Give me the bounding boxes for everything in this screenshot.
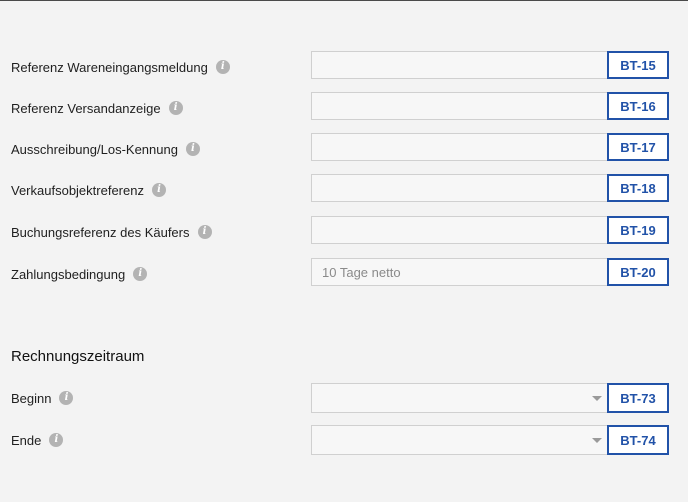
- bt-code-badge: BT-15: [607, 51, 669, 79]
- info-icon[interactable]: i: [168, 101, 183, 115]
- field-label-wrap: Beginn i: [11, 383, 74, 413]
- field-label-wrap: Referenz Wareneingangsmeldung i: [11, 51, 230, 83]
- field-row-bt73: Beginn i BT-73: [0, 383, 688, 415]
- top-border: [0, 0, 688, 1]
- info-icon[interactable]: i: [151, 183, 166, 197]
- info-icon[interactable]: i: [49, 433, 64, 447]
- bt-code-badge: BT-73: [607, 383, 669, 413]
- field-label: Ende: [11, 432, 42, 448]
- bt-code-badge: BT-18: [607, 174, 669, 202]
- field-label: Ausschreibung/Los-Kennung: [11, 141, 178, 157]
- reference-goods-receipt-input[interactable]: [311, 51, 607, 79]
- field-row-bt15: Referenz Wareneingangsmeldung i BT-15: [0, 51, 688, 83]
- field-label: Buchungsreferenz des Käufers: [11, 224, 190, 240]
- field-row-bt16: Referenz Versandanzeige i BT-16: [0, 92, 688, 124]
- bt-code-badge: BT-20: [607, 258, 669, 286]
- info-icon[interactable]: i: [215, 60, 230, 74]
- info-icon[interactable]: i: [185, 142, 200, 156]
- field-label: Referenz Versandanzeige: [11, 100, 161, 116]
- field-label-wrap: Ende i: [11, 425, 64, 455]
- period-end-date-select[interactable]: [311, 425, 607, 455]
- reference-despatch-advice-input[interactable]: [311, 92, 607, 120]
- chevron-down-icon: [592, 438, 602, 443]
- field-row-bt19: Buchungsreferenz des Käufers i BT-19: [0, 216, 688, 248]
- field-row-bt74: Ende i BT-74: [0, 425, 688, 457]
- bt-code-badge: BT-17: [607, 133, 669, 161]
- field-label-wrap: Referenz Versandanzeige i: [11, 92, 183, 124]
- payment-terms-input[interactable]: [311, 258, 607, 286]
- field-label-wrap: Buchungsreferenz des Käufers i: [11, 216, 212, 248]
- bt-code-badge: BT-19: [607, 216, 669, 244]
- tender-lot-id-input[interactable]: [311, 133, 607, 161]
- info-icon[interactable]: i: [197, 225, 212, 239]
- field-row-bt17: Ausschreibung/Los-Kennung i BT-17: [0, 133, 688, 165]
- field-row-bt18: Verkaufsobjektreferenz i BT-18: [0, 174, 688, 206]
- chevron-down-icon: [592, 396, 602, 401]
- field-label: Zahlungsbedingung: [11, 266, 126, 282]
- field-label: Referenz Wareneingangsmeldung: [11, 59, 208, 75]
- field-row-bt20: Zahlungsbedingung i BT-20: [0, 258, 688, 290]
- info-icon[interactable]: i: [133, 267, 148, 281]
- field-label-wrap: Verkaufsobjektreferenz i: [11, 174, 166, 206]
- bt-code-badge: BT-16: [607, 92, 669, 120]
- field-label-wrap: Zahlungsbedingung i: [11, 258, 148, 290]
- field-label: Verkaufsobjektreferenz: [11, 182, 144, 198]
- bt-code-badge: BT-74: [607, 425, 669, 455]
- invoice-period-heading: Rechnungszeitraum: [11, 348, 145, 365]
- field-label-wrap: Ausschreibung/Los-Kennung i: [11, 133, 200, 165]
- period-start-date-select[interactable]: [311, 383, 607, 413]
- info-icon[interactable]: i: [59, 391, 74, 405]
- field-label: Beginn: [11, 390, 52, 406]
- buyer-accounting-reference-input[interactable]: [311, 216, 607, 244]
- invoiced-object-reference-input[interactable]: [311, 174, 607, 202]
